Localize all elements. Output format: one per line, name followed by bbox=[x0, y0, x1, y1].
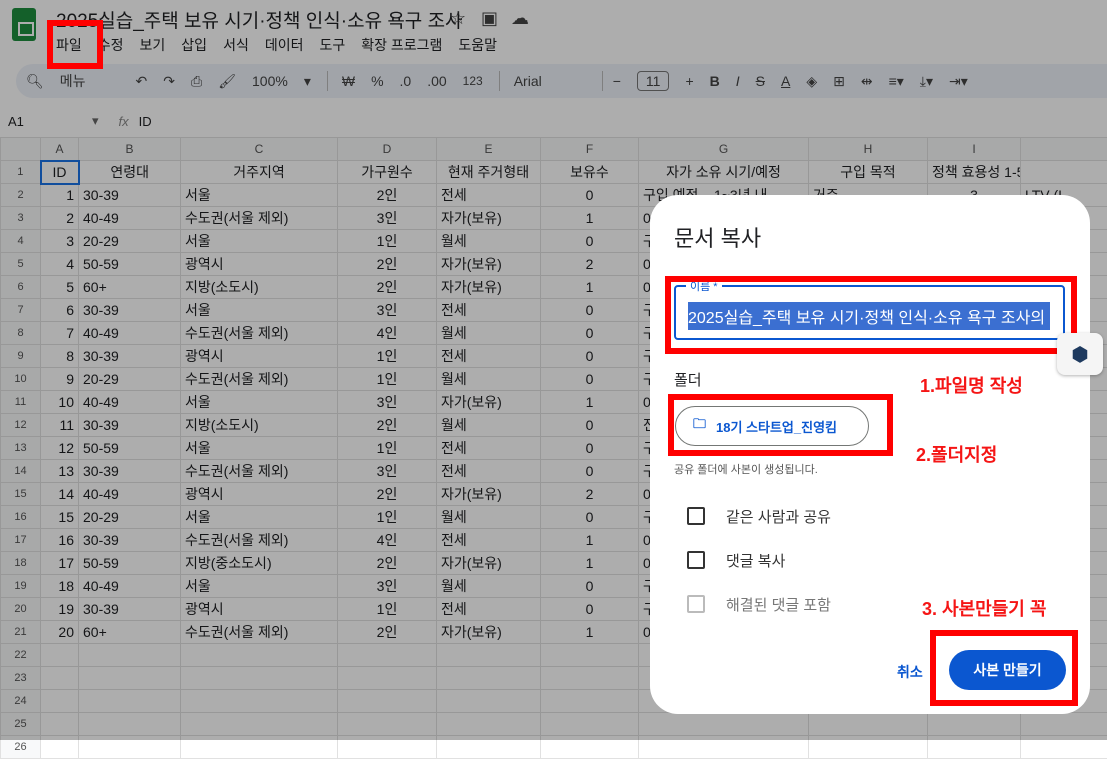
dialog-title: 문서 복사 bbox=[674, 221, 761, 253]
annotation-note-3: 3. 사본만들기 꼭 bbox=[922, 595, 1046, 621]
share-same-people-checkbox[interactable] bbox=[687, 507, 705, 525]
copy-comments-checkbox[interactable] bbox=[687, 551, 705, 569]
share-same-people-label: 같은 사람과 공유 bbox=[726, 506, 831, 527]
extension-floating-icon[interactable]: ⬢ bbox=[1057, 333, 1103, 375]
include-resolved-comments-label: 해결된 댓글 포함 bbox=[726, 594, 831, 615]
annotation-note-2: 2.폴더지정 bbox=[916, 441, 997, 467]
copy-comments-label: 댓글 복사 bbox=[726, 550, 785, 571]
folder-label: 폴더 bbox=[674, 369, 702, 390]
annotation-box-make-copy bbox=[930, 630, 1078, 706]
cancel-button[interactable]: 취소 bbox=[897, 662, 923, 682]
folder-hint: 공유 폴더에 사본이 생성됩니다. bbox=[674, 461, 818, 477]
annotation-note-1: 1.파일명 작성 bbox=[920, 372, 1023, 398]
annotation-box-folder bbox=[668, 394, 893, 456]
annotation-box-name bbox=[665, 276, 1077, 354]
include-resolved-comments-checkbox bbox=[687, 595, 705, 613]
annotation-box-file-menu bbox=[47, 20, 103, 69]
